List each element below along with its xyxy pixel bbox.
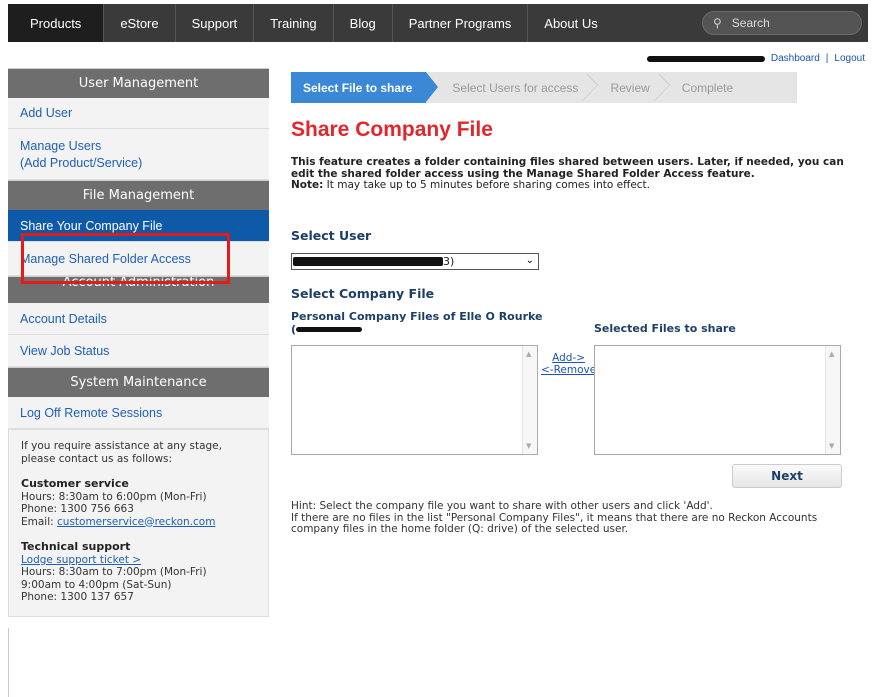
search-placeholder: Search bbox=[731, 16, 770, 30]
step-review: Review bbox=[592, 72, 663, 103]
search-input[interactable]: ⚲ Search bbox=[702, 11, 862, 35]
personal-files-scrollbar[interactable]: ▲ ▼ bbox=[522, 346, 537, 454]
hint-line-1: Hint: Select the company file you want t… bbox=[291, 500, 713, 512]
intro-description: This feature creates a folder containing… bbox=[291, 156, 844, 180]
step-complete: Complete bbox=[681, 80, 734, 95]
user-bar: Dashboard | Logout bbox=[646, 53, 865, 64]
sidebar-heading-file-management: File Management bbox=[8, 180, 269, 210]
top-navigation: Products eStore Support Training Blog Pa… bbox=[8, 4, 868, 42]
logout-link[interactable]: Logout bbox=[834, 53, 865, 64]
selected-user-suffix: 3) bbox=[443, 255, 455, 268]
sidebar-item-log-off-remote-sessions[interactable]: Log Off Remote Sessions bbox=[8, 397, 269, 429]
personal-files-label: Personal Company Files of Elle O Rourke … bbox=[291, 310, 542, 336]
nav-partner-programs[interactable]: Partner Programs bbox=[393, 4, 529, 42]
nav-blog[interactable]: Blog bbox=[334, 4, 393, 42]
manage-users-sublabel: (Add Product/Service) bbox=[20, 155, 143, 170]
selected-files-label: Selected Files to share bbox=[594, 322, 736, 335]
step-select-file: Select File to share bbox=[291, 72, 439, 103]
dashboard-link[interactable]: Dashboard bbox=[771, 53, 820, 64]
chevron-down-icon: ⌄ bbox=[525, 255, 534, 266]
selected-user-value: 3) bbox=[293, 255, 454, 268]
customer-service-email-link[interactable]: customerservice@reckon.com bbox=[57, 516, 215, 528]
sidebar-item-manage-users[interactable]: Manage Users (Add Product/Service) bbox=[8, 129, 269, 180]
selected-files-list[interactable]: ▲ ▼ bbox=[594, 345, 841, 455]
add-remove-controls: Add-> <-Remove bbox=[541, 352, 596, 376]
nav-products[interactable]: Products bbox=[8, 4, 105, 42]
technical-support-title: Technical support bbox=[21, 540, 131, 553]
technical-support-hours-weekend: 9:00am to 4:00pm (Sat-Sun) bbox=[21, 578, 172, 591]
manage-users-label: Manage Users bbox=[20, 138, 102, 153]
customer-service-email-row: Email: customerservice@reckon.com bbox=[21, 516, 256, 529]
technical-support-hours-weekday: Hours: 8:30am to 7:00pm (Mon-Fri) bbox=[21, 566, 207, 578]
page-title: Share Company File bbox=[291, 118, 493, 141]
userbar-divider: | bbox=[825, 53, 829, 64]
nav-about-us[interactable]: About Us bbox=[528, 4, 613, 42]
hint-line-2: If there are no files in the list "Perso… bbox=[291, 511, 818, 535]
next-button[interactable]: Next bbox=[732, 464, 842, 488]
select-user-heading: Select User bbox=[291, 228, 372, 243]
select-company-file-heading: Select Company File bbox=[291, 286, 435, 301]
scroll-up-icon[interactable]: ▲ bbox=[829, 350, 834, 358]
help-intro: If you require assistance at any stage, … bbox=[21, 440, 222, 465]
redacted-user-name bbox=[293, 257, 443, 266]
support-contact-panel: If you require assistance at any stage, … bbox=[8, 429, 269, 617]
hint-text: Hint: Select the company file you want t… bbox=[291, 500, 851, 536]
lodge-support-ticket-link[interactable]: Lodge support ticket > bbox=[21, 554, 141, 566]
remove-file-link[interactable]: <-Remove bbox=[541, 364, 596, 376]
highlight-annotation-box bbox=[21, 233, 230, 284]
customer-service-hours: Hours: 8:30am to 6:00pm (Mon-Fri) bbox=[21, 490, 207, 503]
wizard-steps: Select File to share Select Users for ac… bbox=[291, 72, 797, 103]
step-select-users: Select Users for access bbox=[426, 72, 592, 103]
nav-training[interactable]: Training bbox=[254, 4, 334, 42]
nav-support[interactable]: Support bbox=[176, 4, 255, 42]
note-label: Note: bbox=[291, 179, 324, 191]
note-text: It may take up to 5 minutes before shari… bbox=[323, 179, 651, 191]
sidebar-item-add-user[interactable]: Add User bbox=[8, 98, 269, 129]
technical-support-phone: Phone: 1300 137 657 bbox=[21, 591, 134, 603]
sidebar-heading-user-management: User Management bbox=[8, 68, 269, 98]
add-file-link[interactable]: Add-> bbox=[541, 352, 596, 364]
selected-files-scrollbar[interactable]: ▲ ▼ bbox=[825, 346, 840, 454]
redacted-user-id bbox=[296, 327, 363, 332]
email-label: Email: bbox=[21, 515, 58, 528]
personal-files-sublabel: ( bbox=[291, 323, 542, 336]
customer-service-title: Customer service bbox=[21, 477, 129, 490]
select-user-dropdown[interactable]: 3) ⌄ bbox=[291, 253, 539, 270]
intro-text: This feature creates a folder containing… bbox=[291, 156, 851, 192]
personal-files-owner: Personal Company Files of Elle O Rourke bbox=[291, 310, 543, 323]
sidebar: User Management Add User Manage Users (A… bbox=[8, 68, 269, 617]
personal-files-list[interactable]: ▲ ▼ bbox=[291, 345, 538, 455]
redacted-username bbox=[646, 55, 765, 62]
nav-estore[interactable]: eStore bbox=[104, 4, 176, 42]
search-icon: ⚲ bbox=[713, 16, 722, 30]
scroll-up-icon[interactable]: ▲ bbox=[526, 350, 531, 358]
scroll-down-icon[interactable]: ▼ bbox=[526, 442, 531, 450]
sidebar-heading-system-maintenance: System Maintenance bbox=[8, 367, 269, 397]
sidebar-item-view-job-status[interactable]: View Job Status bbox=[8, 335, 269, 367]
sidebar-border bbox=[8, 628, 9, 697]
sidebar-item-account-details[interactable]: Account Details bbox=[8, 303, 269, 335]
customer-service-phone: Phone: 1300 756 663 bbox=[21, 503, 134, 515]
scroll-down-icon[interactable]: ▼ bbox=[829, 442, 834, 450]
